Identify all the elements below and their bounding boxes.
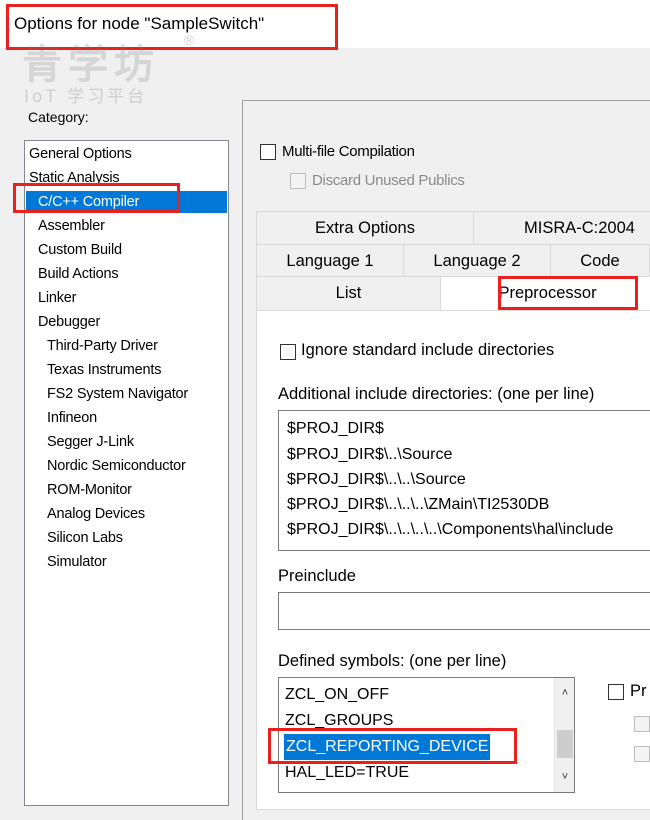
category-item-analog-devices[interactable]: Analog Devices bbox=[47, 503, 145, 525]
tab-language-2[interactable]: Language 2 bbox=[403, 244, 551, 278]
preinclude-label: Preinclude bbox=[278, 567, 356, 585]
include-dir-line: $PROJ_DIR$ bbox=[287, 420, 384, 437]
tab-misra-c-2004[interactable]: MISRA-C:2004 bbox=[473, 211, 650, 245]
discard-unused-publics-label: Discard Unused Publics bbox=[312, 172, 465, 189]
category-item-third-party-driver[interactable]: Third-Party Driver bbox=[47, 335, 158, 357]
include-dir-line: $PROJ_DIR$\..\..\..\..\Components\hal\in… bbox=[287, 521, 614, 538]
multi-file-compilation-label: Multi-file Compilation bbox=[282, 143, 415, 160]
watermark-subtitle: IoT 学习平台 bbox=[24, 87, 148, 107]
category-label: Category: bbox=[28, 109, 89, 125]
tab-extra-options[interactable]: Extra Options bbox=[256, 211, 474, 245]
include-directories-label: Additional include directories: (one per… bbox=[278, 385, 595, 403]
category-item-texas-instruments[interactable]: Texas Instruments bbox=[47, 359, 161, 381]
preprocessor-output-checkbox[interactable] bbox=[608, 684, 624, 700]
ignore-standard-include-label: Ignore standard include directories bbox=[301, 341, 555, 359]
discard-unused-publics-checkbox[interactable] bbox=[290, 173, 306, 189]
category-tree[interactable]: General Options Static Analysis C/C++ Co… bbox=[24, 140, 229, 806]
scroll-thumb[interactable] bbox=[557, 730, 573, 758]
defined-symbol-line: HAL_LED=TRUE bbox=[285, 764, 410, 781]
include-directories-textarea[interactable]: $PROJ_DIR$ $PROJ_DIR$\..\Source $PROJ_DI… bbox=[278, 410, 650, 551]
category-item-fs2-system-navigator[interactable]: FS2 System Navigator bbox=[47, 383, 188, 405]
preprocessor-suboption-checkbox[interactable] bbox=[634, 746, 650, 762]
watermark-registered-mark: ® bbox=[184, 32, 195, 48]
multi-file-compilation-checkbox[interactable] bbox=[260, 144, 276, 160]
ignore-standard-include-checkbox[interactable] bbox=[280, 344, 296, 360]
defined-symbols-scrollbar[interactable]: ˄ ˅ bbox=[554, 678, 574, 792]
category-item-debugger[interactable]: Debugger bbox=[38, 311, 100, 333]
category-item-segger-jlink[interactable]: Segger J-Link bbox=[47, 431, 134, 453]
defined-symbol-line: ZCL_GROUPS bbox=[285, 712, 394, 729]
include-dir-line: $PROJ_DIR$\..\..\Source bbox=[287, 471, 466, 488]
category-item-custom-build[interactable]: Custom Build bbox=[38, 239, 122, 261]
tab-list[interactable]: List bbox=[256, 276, 441, 310]
category-item-c-cpp-compiler[interactable]: C/C++ Compiler bbox=[26, 191, 227, 213]
preinclude-input[interactable] bbox=[278, 592, 650, 630]
category-item-simulator[interactable]: Simulator bbox=[47, 551, 107, 573]
include-dir-line: $PROJ_DIR$\..\..\..\ZMain\TI2530DB bbox=[287, 496, 550, 513]
defined-symbols-label: Defined symbols: (one per line) bbox=[278, 652, 507, 670]
window-title: Options for node "SampleSwitch" bbox=[14, 14, 265, 33]
tab-code[interactable]: Code bbox=[550, 244, 650, 278]
tab-language-1[interactable]: Language 1 bbox=[256, 244, 404, 278]
include-dir-line: $PROJ_DIR$\..\Source bbox=[287, 446, 453, 463]
category-item-assembler[interactable]: Assembler bbox=[38, 215, 105, 237]
scroll-up-arrow-icon[interactable]: ˄ bbox=[555, 684, 574, 702]
category-item-static-analysis[interactable]: Static Analysis bbox=[29, 167, 120, 189]
tab-preprocessor[interactable]: Preprocessor bbox=[440, 276, 650, 312]
defined-symbol-line-selected: ZCL_REPORTING_DEVICE bbox=[284, 734, 491, 760]
preprocessor-output-label: Pr bbox=[630, 682, 647, 700]
preprocessor-suboption-checkbox[interactable] bbox=[634, 716, 650, 732]
category-item-linker[interactable]: Linker bbox=[38, 287, 76, 309]
defined-symbol-line: ZCL_ON_OFF bbox=[285, 686, 390, 703]
category-item-build-actions[interactable]: Build Actions bbox=[38, 263, 119, 285]
category-item-silicon-labs[interactable]: Silicon Labs bbox=[47, 527, 123, 549]
defined-symbols-textarea[interactable]: ZCL_ON_OFF ZCL_GROUPS ZCL_REPORTING_DEVI… bbox=[278, 677, 575, 793]
scroll-down-arrow-icon[interactable]: ˅ bbox=[555, 768, 574, 786]
category-item-general-options[interactable]: General Options bbox=[29, 143, 132, 165]
category-item-infineon[interactable]: Infineon bbox=[47, 407, 97, 429]
category-item-rom-monitor[interactable]: ROM-Monitor bbox=[47, 479, 132, 501]
category-item-nordic-semiconductor[interactable]: Nordic Semiconductor bbox=[47, 455, 186, 477]
